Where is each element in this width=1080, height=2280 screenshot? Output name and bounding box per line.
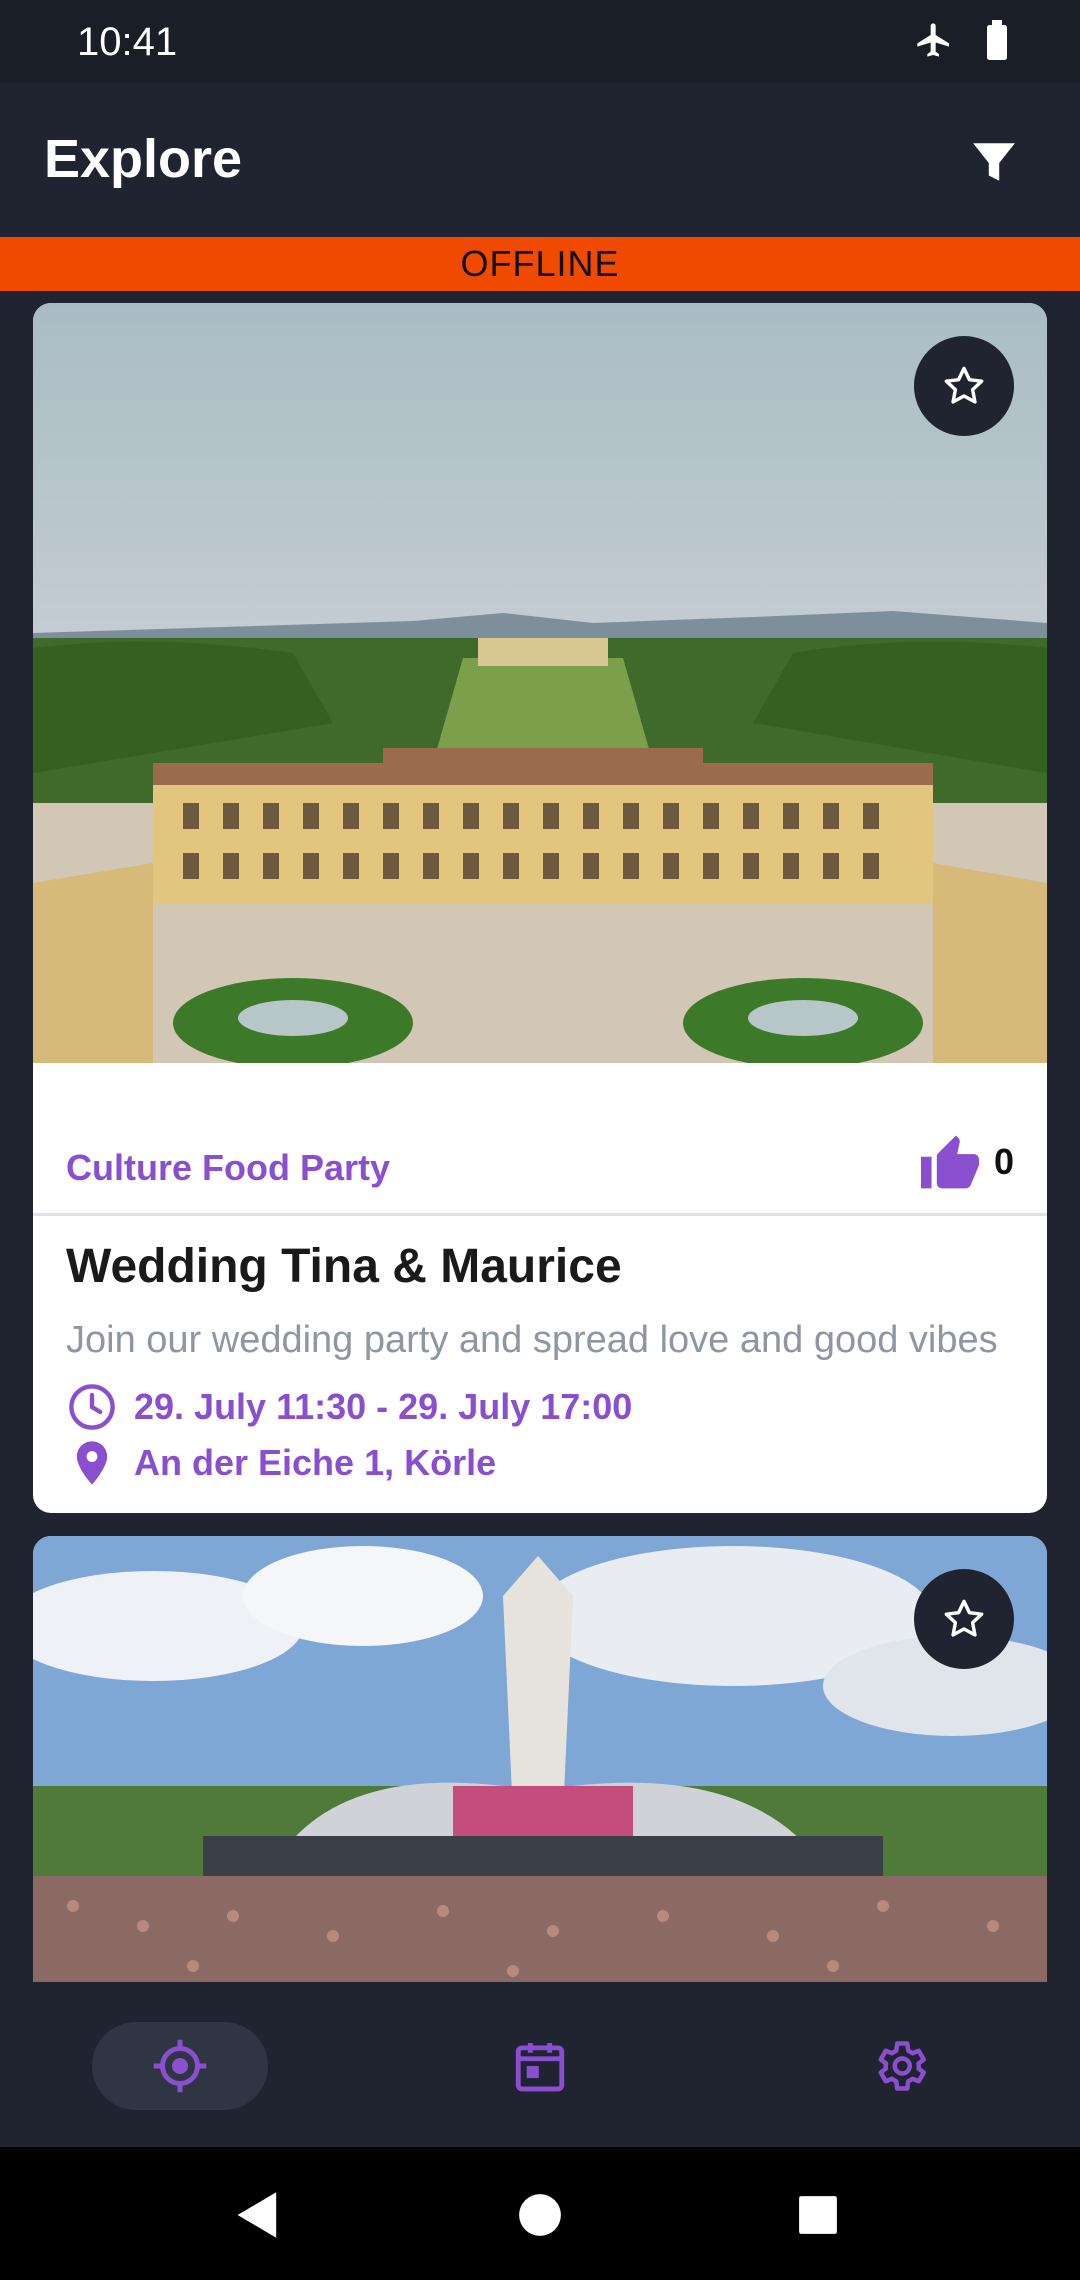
event-description: Join our wedding party and spread love a… bbox=[66, 1319, 998, 1361]
thumb-up-icon bbox=[920, 1135, 979, 1189]
status-bar: 10:41 bbox=[0, 0, 1080, 82]
back-button[interactable] bbox=[228, 2185, 288, 2245]
offline-banner: OFFLINE bbox=[0, 237, 1080, 291]
festival-photo bbox=[33, 1536, 1047, 1982]
palace-photo bbox=[33, 303, 1047, 1063]
event-location-row: An der Eiche 1, Körle bbox=[66, 1437, 496, 1489]
back-triangle-icon bbox=[237, 2192, 277, 2238]
event-image bbox=[33, 303, 1047, 1063]
event-feed[interactable]: Culture Food Party 0 Wedding Tina & Maur… bbox=[0, 291, 1080, 1982]
recents-square-icon bbox=[799, 2196, 837, 2234]
like-button[interactable]: 0 bbox=[918, 1133, 1014, 1191]
battery-icon bbox=[987, 20, 1007, 60]
filter-button[interactable] bbox=[958, 126, 1030, 198]
nav-settings[interactable] bbox=[854, 2022, 946, 2110]
recents-button[interactable] bbox=[788, 2185, 848, 2245]
nav-events[interactable] bbox=[494, 2022, 586, 2110]
location-pin-icon bbox=[76, 1441, 108, 1485]
page-title: Explore bbox=[44, 129, 243, 189]
clock-icon bbox=[69, 1384, 115, 1430]
divider bbox=[33, 1213, 1047, 1216]
favorite-button[interactable] bbox=[914, 1569, 1014, 1669]
event-card[interactable]: Culture Food Party 0 Wedding Tina & Maur… bbox=[33, 303, 1047, 1513]
status-icons bbox=[914, 20, 1010, 60]
gear-icon bbox=[878, 2041, 926, 2091]
event-details: Culture Food Party 0 Wedding Tina & Maur… bbox=[33, 1063, 1047, 1513]
event-image bbox=[33, 1536, 1047, 1982]
event-datetime-row: 29. July 11:30 - 29. July 17:00 bbox=[66, 1381, 632, 1433]
nav-explore[interactable] bbox=[92, 2022, 268, 2110]
system-navigation-bar bbox=[0, 2147, 1080, 2280]
star-outline-icon bbox=[944, 1599, 984, 1637]
event-location: An der Eiche 1, Körle bbox=[134, 1442, 497, 1483]
calendar-icon bbox=[515, 2043, 565, 2092]
event-title: Wedding Tina & Maurice bbox=[66, 1240, 622, 1293]
event-tags: Culture Food Party bbox=[66, 1147, 391, 1188]
home-circle-icon bbox=[519, 2194, 561, 2236]
location-target-icon bbox=[153, 2039, 207, 2093]
event-card[interactable] bbox=[33, 1536, 1047, 1982]
airplane-icon bbox=[917, 23, 949, 57]
star-outline-icon bbox=[944, 366, 984, 404]
filter-icon bbox=[973, 143, 1015, 181]
bottom-navigation bbox=[0, 1982, 1080, 2147]
likes-count: 0 bbox=[993, 1141, 1014, 1182]
home-button[interactable] bbox=[510, 2185, 570, 2245]
app-bar: Explore bbox=[0, 82, 1080, 237]
status-time: 10:41 bbox=[77, 20, 178, 64]
favorite-button[interactable] bbox=[914, 336, 1014, 436]
event-datetime: 29. July 11:30 - 29. July 17:00 bbox=[134, 1386, 633, 1427]
